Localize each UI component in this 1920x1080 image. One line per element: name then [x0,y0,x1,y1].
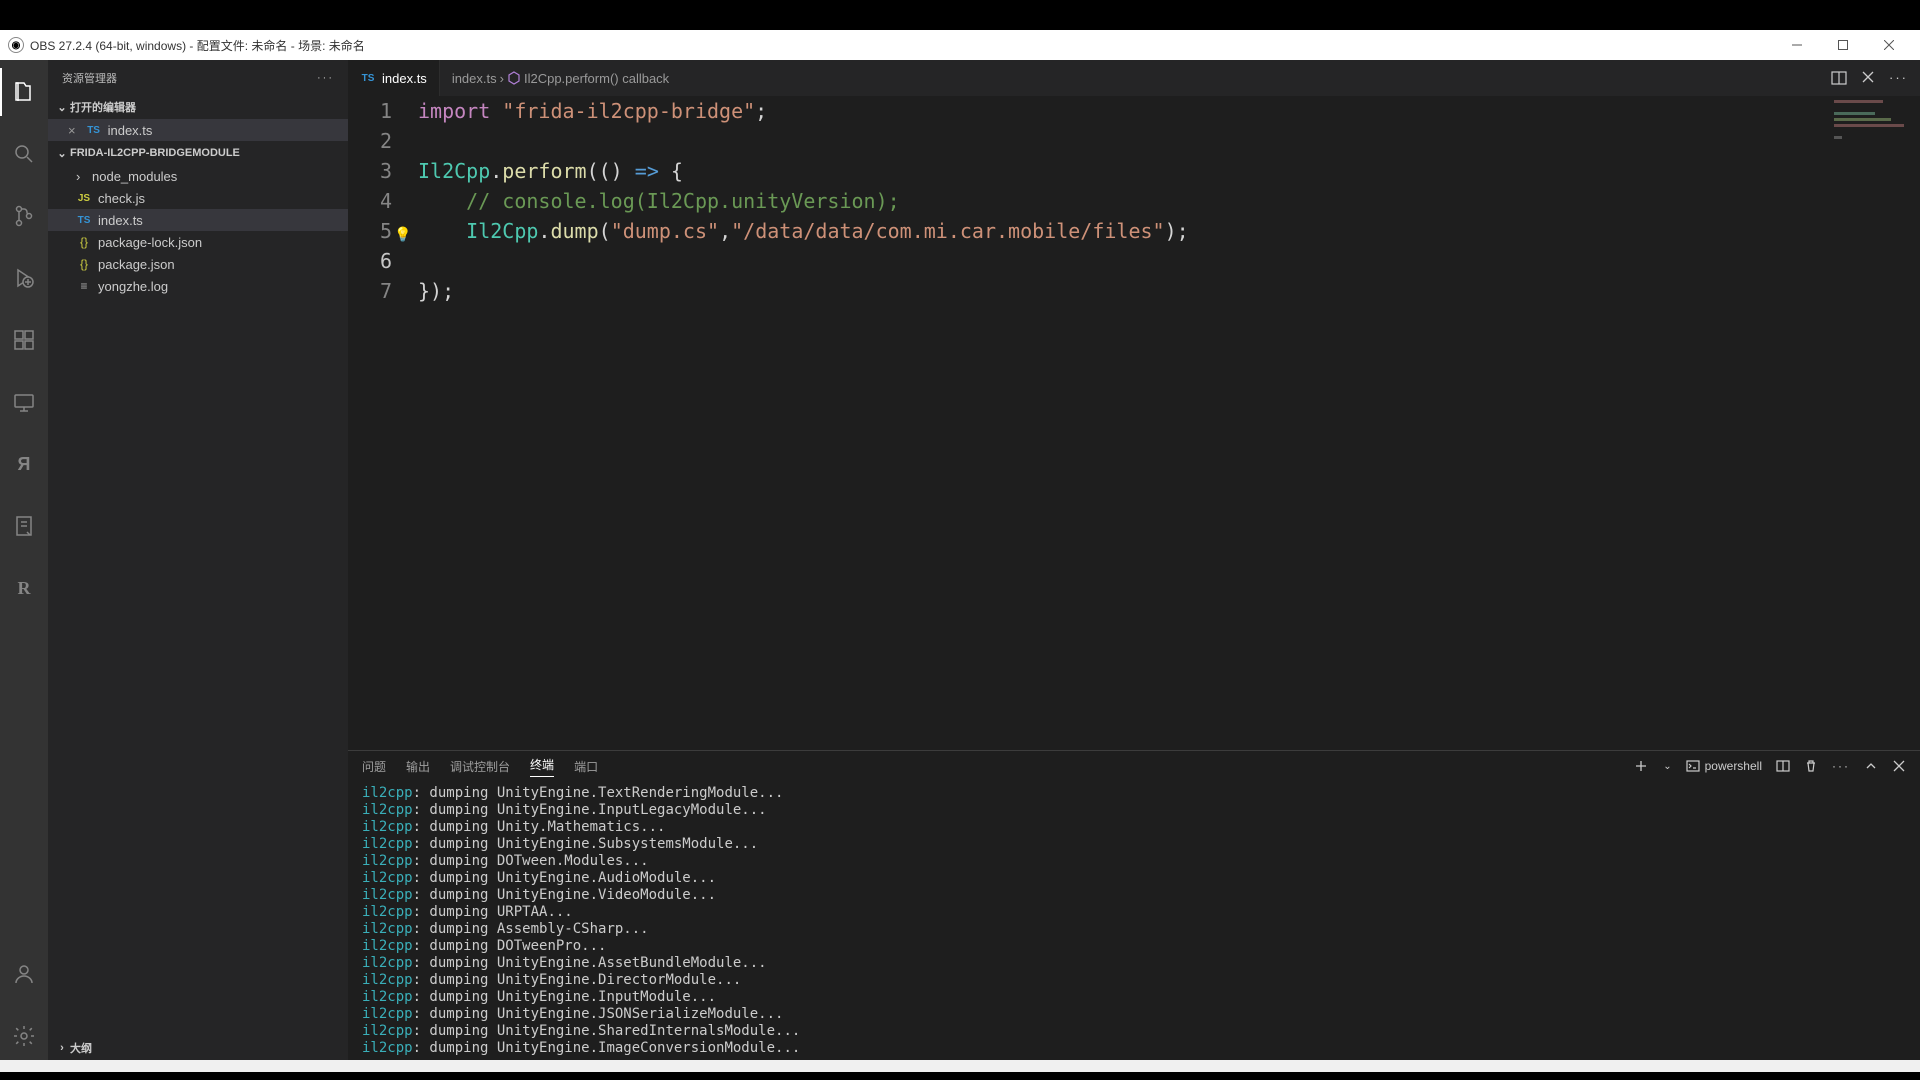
r-ext-icon[interactable]: R [0,564,48,612]
explorer-sidebar: 资源管理器 ··· ⌄ 打开的编辑器 × TS index.ts ⌄ FRIDA… [48,60,348,1060]
windows-taskbar[interactable] [0,1060,1920,1072]
file-item[interactable]: ≡ yongzhe.log [48,275,348,297]
code-content[interactable]: import "frida-il2cpp-bridge"; Il2Cpp.per… [418,96,1920,750]
obs-blank-bar [0,0,1920,30]
ts-file-icon: TS [86,125,102,136]
source-control-icon[interactable] [0,192,48,240]
tab-output[interactable]: 输出 [406,758,430,775]
close-window-button[interactable] [1866,30,1912,60]
text-file-icon: ≡ [76,279,92,293]
code-editor[interactable]: 1 2 3 4 5 6 7 import "frida-il2cpp-bridg… [348,96,1920,750]
account-icon[interactable] [0,950,48,998]
folder-item[interactable]: › node_modules [48,165,348,187]
line-gutter: 1 2 3 4 5 6 7 [348,96,418,750]
file-item[interactable]: {} package-lock.json [48,231,348,253]
sidebar-title: 资源管理器 ··· [48,60,348,95]
panel-tabs: 问题 输出 调试控制台 终端 端口 ⌄ powershell [348,751,1920,781]
project-header[interactable]: ⌄ FRIDA-IL2CPP-BRIDGEMODULE [48,141,348,165]
shell-label[interactable]: powershell [1686,759,1762,773]
ya-icon[interactable]: Я [0,440,48,488]
activity-bar: Я R [0,60,48,1060]
file-item[interactable]: JS check.js [48,187,348,209]
json-file-icon: {} [76,235,92,249]
tab-ports[interactable]: 端口 [574,758,598,775]
more-icon[interactable]: ··· [317,72,334,84]
close-icon[interactable]: × [68,123,76,138]
ts-file-icon: TS [360,73,376,84]
tab-index-ts[interactable]: TS index.ts [348,60,440,96]
chevron-right-icon: › [54,1042,70,1054]
remote-icon[interactable] [0,378,48,426]
terminal-output[interactable]: il2cpp: dumping UnityEngine.TextRenderin… [348,781,1920,1060]
explorer-icon[interactable] [0,68,48,116]
js-file-icon: JS [76,193,92,204]
window-title: OBS 27.2.4 (64-bit, windows) - 配置文件: 未命名… [30,37,365,54]
run-debug-icon[interactable] [0,254,48,302]
ts-file-icon: TS [76,215,92,226]
close-panel-icon[interactable] [1892,759,1906,773]
tab-terminal[interactable]: 终端 [530,756,554,777]
tab-debug-console[interactable]: 调试控制台 [450,758,510,775]
json-file-icon: {} [76,257,92,271]
trash-icon[interactable] [1804,759,1818,773]
symbol-method-icon [507,71,521,85]
dropdown-icon[interactable]: ⌄ [1663,761,1671,772]
tab-bar: TS index.ts index.ts › Il2Cpp.perform() … [348,60,1920,96]
lightbulb-icon[interactable]: 💡 [394,220,411,250]
split-editor-icon[interactable] [1831,70,1847,86]
editor-group: TS index.ts index.ts › Il2Cpp.perform() … [348,60,1920,1060]
minimap[interactable] [1830,96,1920,750]
chevron-right-icon: › [500,71,504,86]
file-item[interactable]: TS index.ts [48,209,348,231]
settings-gear-icon[interactable] [0,1012,48,1060]
new-terminal-icon[interactable] [1633,758,1649,774]
chevron-down-icon: ⌄ [54,101,70,114]
chevron-down-icon: ⌄ [54,147,70,160]
obs-app-icon: ◉ [8,37,24,53]
tab-problems[interactable]: 问题 [362,758,386,775]
chevron-right-icon: › [76,169,86,184]
minimize-button[interactable] [1774,30,1820,60]
breadcrumb[interactable]: index.ts › Il2Cpp.perform() callback [452,71,669,86]
extensions-icon[interactable] [0,316,48,364]
split-terminal-icon[interactable] [1776,759,1790,773]
window-titlebar: ◉ OBS 27.2.4 (64-bit, windows) - 配置文件: 未… [0,30,1920,60]
vscode-window: Я R 资源管理器 ··· ⌄ 打开的编辑器 × TS index.ts ⌄ F… [0,60,1920,1060]
maximize-panel-icon[interactable] [1864,759,1878,773]
close-tab-icon[interactable] [1861,70,1875,86]
open-editor-item[interactable]: × TS index.ts [48,119,348,141]
doc-icon[interactable] [0,502,48,550]
bottom-panel: 问题 输出 调试控制台 终端 端口 ⌄ powershell [348,750,1920,1060]
file-item[interactable]: {} package.json [48,253,348,275]
maximize-button[interactable] [1820,30,1866,60]
more-icon[interactable]: ··· [1889,70,1908,86]
outline-header[interactable]: › 大纲 [48,1036,348,1060]
search-icon[interactable] [0,130,48,178]
more-icon[interactable]: ··· [1832,759,1850,773]
open-editors-header[interactable]: ⌄ 打开的编辑器 [48,95,348,119]
